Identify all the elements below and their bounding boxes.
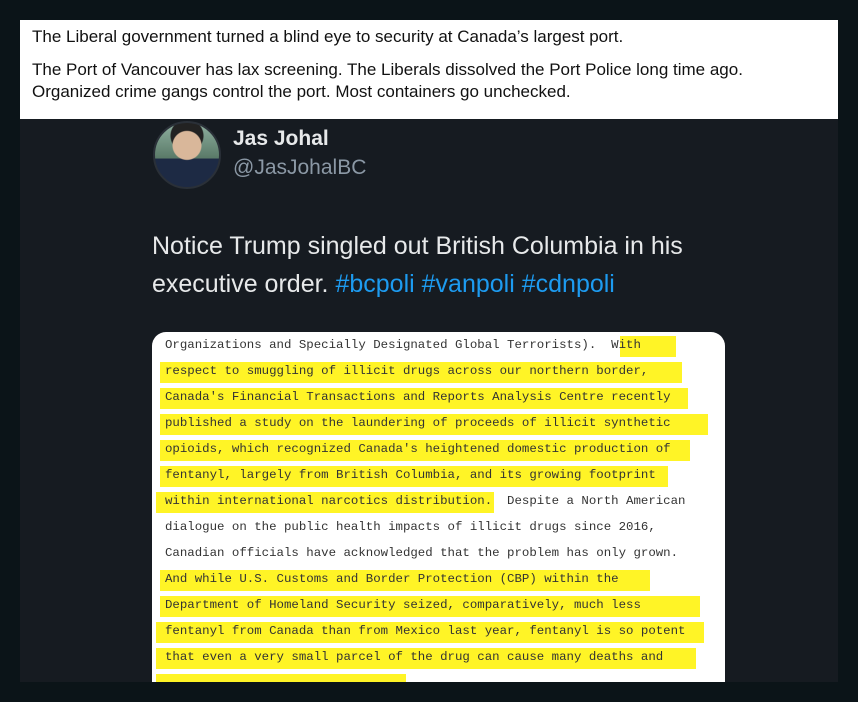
document-line: opioids, which recognized Canada's heigh… (165, 442, 671, 456)
document-line: published a study on the laundering of p… (165, 416, 671, 430)
document-line: Canada's Financial Transactions and Repo… (165, 390, 671, 404)
document-line: Canadian officials have acknowledged tha… (165, 546, 679, 560)
hashtag-cdnpoli[interactable]: #cdnpoli (522, 270, 615, 298)
hashtag-bcpoli[interactable]: #bcpoli (335, 270, 414, 298)
caption-box: The Liberal government turned a blind ey… (20, 20, 838, 119)
avatar[interactable] (153, 121, 221, 189)
document-line: And while U.S. Customs and Border Protec… (165, 572, 619, 586)
attached-document-image[interactable]: Organizations and Specially Designated G… (152, 332, 725, 682)
author-name[interactable]: Jas Johal (233, 127, 329, 151)
document-line: Department of Homeland Security seized, … (165, 598, 641, 612)
hashtag-vanpoli[interactable]: #vanpoli (422, 270, 515, 298)
tweet-text: Notice Trump singled out British Columbi… (152, 227, 752, 303)
tweet-card: Jas Johal @JasJohalBC Notice Trump singl… (20, 119, 838, 682)
highlight-mark (156, 674, 406, 682)
caption-line-1: The Liberal government turned a blind ey… (32, 27, 624, 46)
document-line: that even a very small parcel of the dru… (165, 650, 664, 664)
author-handle[interactable]: @JasJohalBC (233, 156, 366, 180)
document-line: Organizations and Specially Designated G… (165, 338, 641, 352)
document-line: fentanyl, largely from British Columbia,… (165, 468, 656, 482)
document-line: fentanyl from Canada than from Mexico la… (165, 624, 686, 638)
document-line: respect to smuggling of illicit drugs ac… (165, 364, 649, 378)
document-line: dialogue on the public health impacts of… (165, 520, 656, 534)
document-line: within international narcotics distribut… (165, 494, 686, 508)
caption-line-3: Organized crime gangs control the port. … (32, 82, 571, 101)
caption-line-2: The Port of Vancouver has lax screening.… (32, 60, 743, 79)
